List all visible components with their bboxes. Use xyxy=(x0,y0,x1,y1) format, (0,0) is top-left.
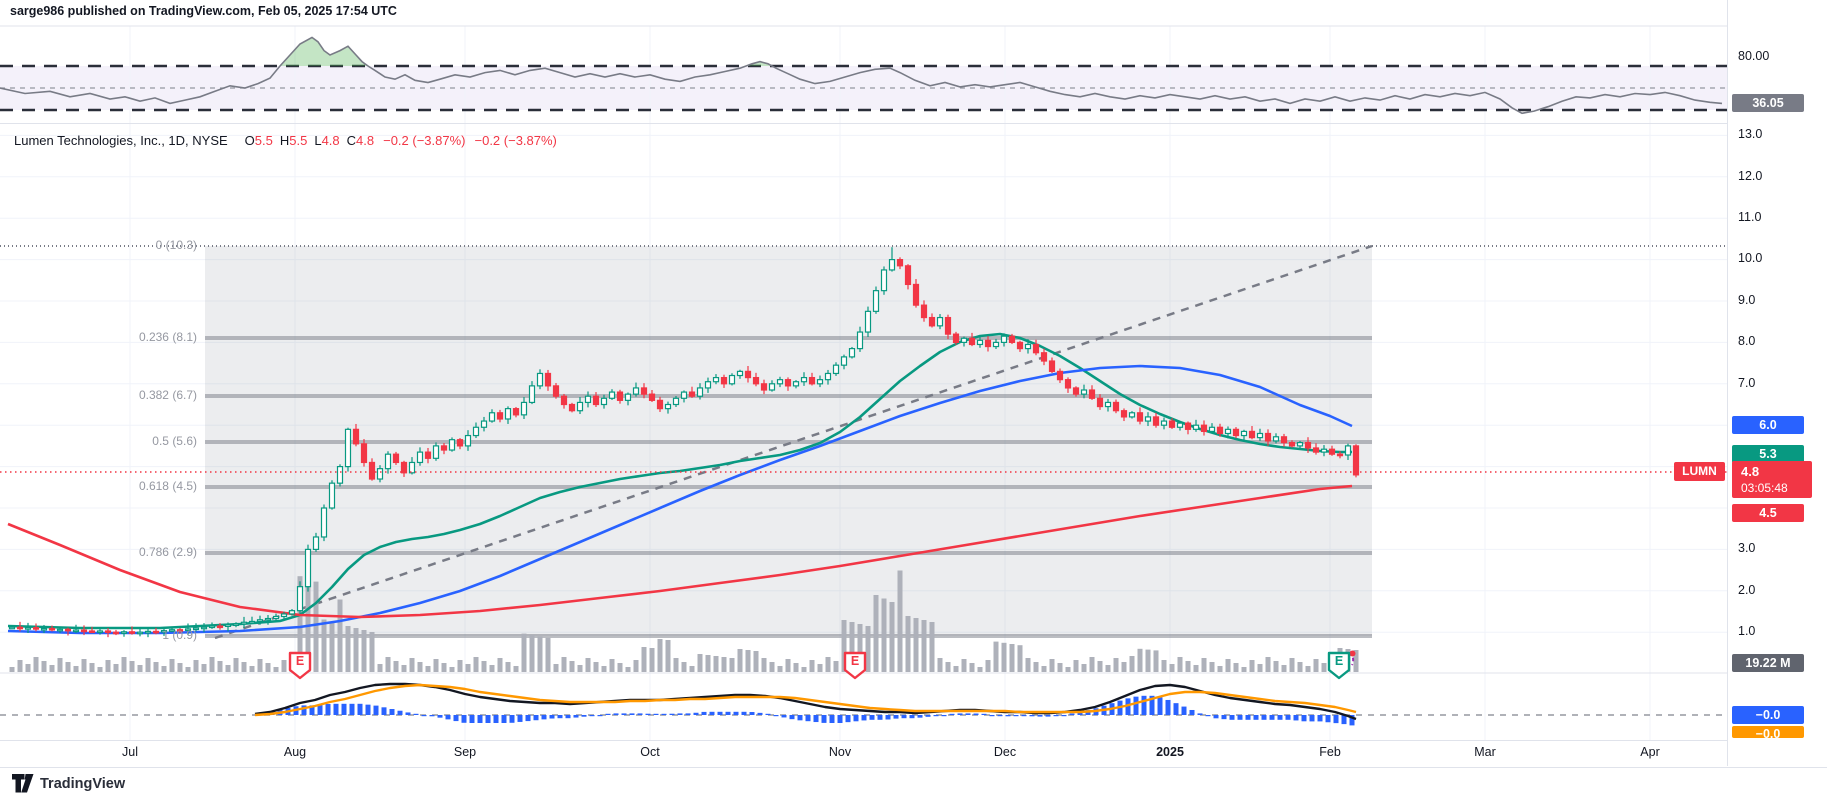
macd-signal-badge: −0.0 xyxy=(1732,726,1804,738)
symbol-info-line[interactable]: Lumen Technologies, Inc., 1D, NYSEO5.5H5… xyxy=(14,133,557,148)
ma-value-badge: 4.5 xyxy=(1732,504,1804,522)
price-axis-tick: 8.0 xyxy=(1738,334,1755,348)
tradingview-logo-icon xyxy=(12,774,34,793)
time-axis-label: Feb xyxy=(1319,745,1341,759)
last-price-badge: 4.8 03:05:48 xyxy=(1732,461,1812,498)
fib-level-label: 0.618 (4.5) xyxy=(40,479,197,493)
macd-hist-badge: −0.0 xyxy=(1732,706,1804,724)
earnings-marker-icon[interactable]: E xyxy=(841,650,875,682)
ohlc-value: 5.5 xyxy=(255,133,273,148)
ohlc-key: H xyxy=(280,133,289,148)
time-axis-label: Nov xyxy=(829,745,851,759)
time-axis-label: Aug xyxy=(284,745,306,759)
change-ext-value: −0.2 (−3.87%) xyxy=(475,133,557,148)
fib-level-label: 0.786 (2.9) xyxy=(40,545,197,559)
fib-level-label: 0.382 (6.7) xyxy=(40,388,197,402)
change-value: −0.2 (−3.87%) xyxy=(383,133,465,148)
fib-level-label: 0 (10.3) xyxy=(40,238,197,252)
time-axis-label: Jul xyxy=(122,745,138,759)
fib-level-label: 0.236 (8.1) xyxy=(40,330,197,344)
chart-plot-area[interactable] xyxy=(0,0,1727,740)
bottom-bar xyxy=(0,767,1827,805)
price-axis[interactable]: 80.00 36.05 13.0 12.0 11.0 10.0 9.0 8.0 7.0 3.0… xyxy=(1727,0,1827,766)
time-axis-label: Dec xyxy=(994,745,1016,759)
time-axis-label: Apr xyxy=(1640,745,1659,759)
earnings-marker-icon[interactable]: E xyxy=(286,650,320,682)
price-axis-tick: 12.0 xyxy=(1738,169,1762,183)
ma-value-badge: 6.0 xyxy=(1732,416,1804,434)
rsi-axis-tick: 80.00 xyxy=(1738,49,1769,63)
volume-value-badge: 19.22 M xyxy=(1732,654,1804,672)
time-axis-label: 2025 xyxy=(1156,745,1184,759)
ohlc-key: L xyxy=(314,133,321,148)
tradingview-logo-text: TradingView xyxy=(40,776,125,792)
symbol-title: Lumen Technologies, Inc., 1D, NYSE xyxy=(14,133,228,148)
upcoming-earnings-marker-icon[interactable]: E xyxy=(1325,650,1359,682)
session-countdown: 03:05:48 xyxy=(1732,480,1812,496)
ohlc-key: C xyxy=(347,133,356,148)
ohlc-key: O xyxy=(245,133,255,148)
time-axis-label: Mar xyxy=(1474,745,1496,759)
last-price-value: 4.8 xyxy=(1732,463,1812,480)
price-axis-tick: 13.0 xyxy=(1738,127,1762,141)
fib-level-label: 0.5 (5.6) xyxy=(40,434,197,448)
price-line-symbol-chip: LUMN xyxy=(1674,462,1725,481)
ohlc-value: 5.5 xyxy=(289,133,307,148)
tradingview-published-chart: sarge986 published on TradingView.com, F… xyxy=(0,0,1827,805)
ohlc-value: 4.8 xyxy=(356,133,374,148)
price-axis-tick: 1.0 xyxy=(1738,624,1755,638)
time-axis-label: Oct xyxy=(640,745,659,759)
rsi-value-badge: 36.05 xyxy=(1732,94,1804,112)
price-axis-tick: 3.0 xyxy=(1738,541,1755,555)
price-axis-tick: 11.0 xyxy=(1738,210,1761,224)
tradingview-logo[interactable]: TradingView xyxy=(12,774,125,793)
price-axis-tick: 10.0 xyxy=(1738,251,1762,265)
time-axis-label: Sep xyxy=(454,745,476,759)
price-axis-tick: 7.0 xyxy=(1738,376,1755,390)
ohlc-value: 4.8 xyxy=(322,133,340,148)
fib-level-label: 1 (0.9) xyxy=(40,628,197,642)
price-axis-tick: 9.0 xyxy=(1738,293,1755,307)
price-axis-tick: 2.0 xyxy=(1738,583,1755,597)
time-axis[interactable] xyxy=(0,740,1827,768)
